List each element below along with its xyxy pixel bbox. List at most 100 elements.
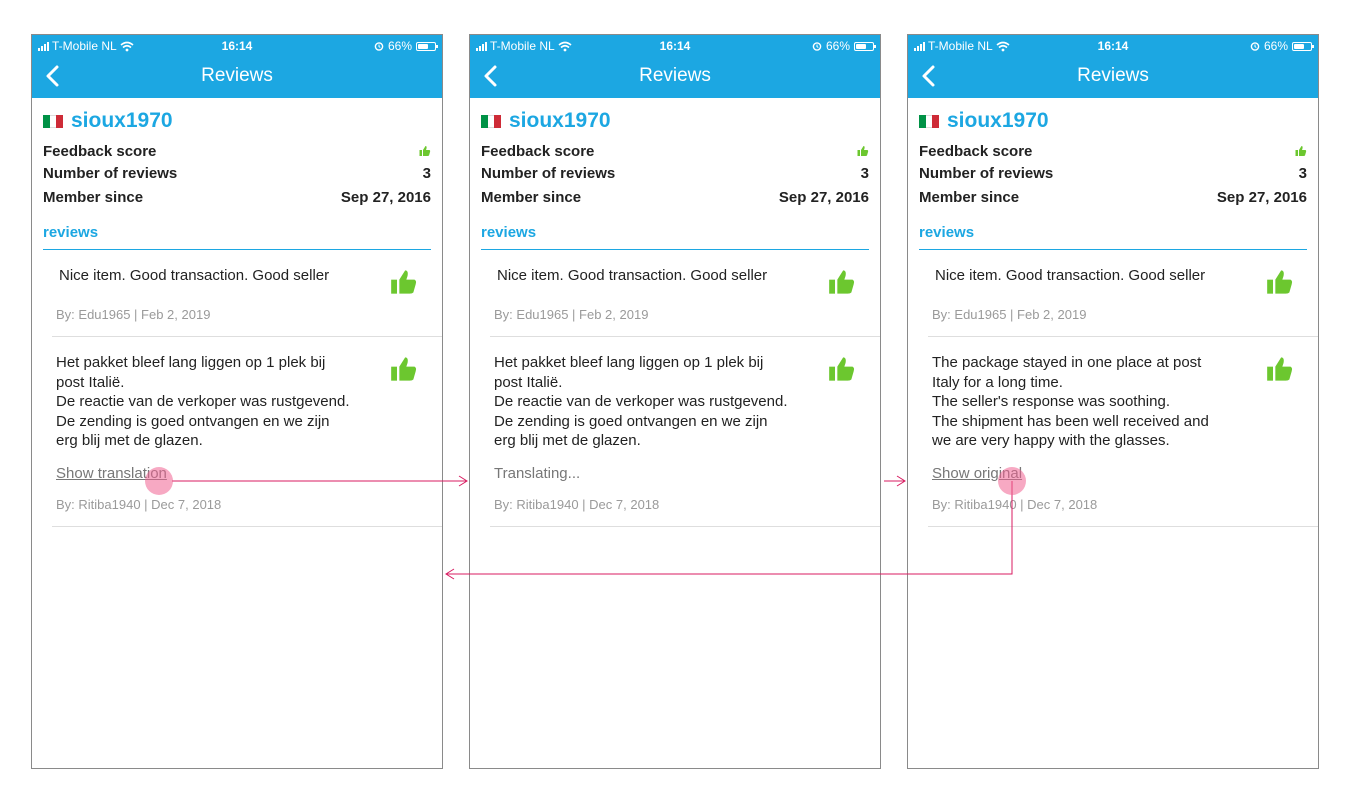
status-bar: T-Mobile NL 16:14 66%	[32, 39, 442, 55]
review-item: Nice item. Good transaction. Good seller…	[490, 250, 880, 337]
review-item: The package stayed in one place at post I…	[928, 337, 1318, 527]
review-meta: By: Edu1965 | Feb 2, 2019	[932, 307, 1087, 322]
feedback-score-label: Feedback score	[919, 142, 1033, 160]
review-text-line: The package stayed in one place at post	[932, 354, 1202, 371]
review-text-line: erg blij met de glazen.	[56, 432, 203, 449]
feedback-score-label: Feedback score	[43, 142, 157, 160]
app-header: T-Mobile NL 16:14 66% Reviews	[908, 35, 1318, 98]
seller-profile: sioux1970 Feedback score Number of revie…	[470, 98, 880, 250]
review-text: Nice item. Good transaction. Good seller	[59, 267, 330, 284]
battery-percent: 66%	[825, 39, 850, 53]
review-meta: By: Edu1965 | Feb 2, 2019	[56, 307, 211, 322]
member-since-label: Member since	[481, 188, 582, 206]
battery-percent: 66%	[387, 39, 412, 53]
number-of-reviews-row: Number of reviews 3	[919, 162, 1307, 184]
review-text-line: post Italië.	[494, 373, 563, 391]
review-text: Nice item. Good transaction. Good seller	[935, 267, 1206, 284]
seller-profile: sioux1970 Feedback score Number of revie…	[908, 98, 1318, 250]
member-since-value: Sep 27, 2016	[1216, 188, 1307, 206]
review-text: Nice item. Good transaction. Good seller	[497, 267, 768, 284]
phone-screen-2: T-Mobile NL 16:14 66% Reviews sioux1970 …	[469, 34, 881, 769]
review-text-line: The shipment has been well received and	[932, 412, 1209, 430]
phone-screen-1: T-Mobile NL 16:14 66% Reviews sioux1970 …	[31, 34, 443, 769]
alarm-icon	[812, 42, 822, 51]
app-header: T-Mobile NL 16:14 66% Reviews	[470, 35, 880, 98]
seller-username: sioux1970	[71, 109, 173, 132]
thumbs-up-icon	[419, 146, 431, 156]
review-text: Het pakket bleef lang liggen op 1 plek b…	[494, 353, 814, 451]
thumbs-up-icon	[1267, 270, 1293, 294]
seller-username: sioux1970	[509, 109, 611, 132]
italy-flag-icon	[481, 114, 502, 128]
review-item: Nice item. Good transaction. Good seller…	[928, 250, 1318, 337]
alarm-icon	[1250, 42, 1260, 51]
battery-icon	[1292, 41, 1314, 51]
thumbs-up-icon	[829, 270, 855, 294]
member-since-row: Member since Sep 27, 2016	[43, 184, 431, 210]
translation-toggle-link[interactable]: Show translation	[56, 465, 167, 482]
seller-username: sioux1970	[947, 109, 1049, 132]
review-meta: By: Edu1965 | Feb 2, 2019	[494, 307, 649, 322]
flow-arrowhead-icon	[458, 475, 468, 487]
thumbs-up-icon	[391, 357, 417, 381]
review-text-line: The seller's response was soothing.	[932, 393, 1170, 410]
review-text-line: Het pakket bleef lang liggen op 1 plek b…	[56, 354, 326, 371]
italy-flag-icon	[919, 114, 940, 128]
number-of-reviews-value: 3	[422, 164, 431, 182]
app-header: T-Mobile NL 16:14 66% Reviews	[32, 35, 442, 98]
translation-toggle-link[interactable]: Show original	[932, 465, 1022, 482]
flow-arrowhead-icon	[896, 475, 906, 487]
number-of-reviews-row: Number of reviews 3	[481, 162, 869, 184]
thumbs-up-icon	[857, 146, 869, 156]
member-since-value: Sep 27, 2016	[778, 188, 869, 206]
review-meta: By: Ritiba1940 | Dec 7, 2018	[494, 497, 660, 512]
review-text-line: Italy for a long time.	[932, 373, 1063, 391]
review-text-line: De zending is goed ontvangen en we zijn	[56, 412, 330, 430]
review-text-line: De reactie van de verkoper was rustgeven…	[56, 393, 350, 410]
page-title: Reviews	[639, 65, 711, 86]
review-meta: By: Ritiba1940 | Dec 7, 2018	[932, 497, 1098, 512]
number-of-reviews-label: Number of reviews	[481, 164, 616, 182]
flow-arrowhead-icon	[445, 568, 455, 580]
review-item: Nice item. Good transaction. Good seller…	[52, 250, 442, 337]
reviews-section-heading: reviews	[43, 224, 431, 250]
status-bar: T-Mobile NL 16:14 66%	[470, 39, 880, 55]
battery-icon	[854, 41, 876, 51]
review-text-line: De reactie van de verkoper was rustgeven…	[494, 393, 788, 410]
number-of-reviews-label: Number of reviews	[43, 164, 178, 182]
thumbs-up-icon	[1295, 146, 1307, 156]
page-title: Reviews	[201, 65, 273, 86]
number-of-reviews-value: 3	[860, 164, 869, 182]
member-since-label: Member since	[919, 188, 1020, 206]
review-text: The package stayed in one place at post I…	[932, 353, 1252, 451]
page-title: Reviews	[1077, 65, 1149, 86]
thumbs-up-icon	[829, 357, 855, 381]
feedback-score-row: Feedback score	[919, 140, 1307, 162]
feedback-score-row: Feedback score	[43, 140, 431, 162]
status-bar: T-Mobile NL 16:14 66%	[908, 39, 1318, 55]
feedback-score-label: Feedback score	[481, 142, 595, 160]
member-since-label: Member since	[43, 188, 144, 206]
number-of-reviews-row: Number of reviews 3	[43, 162, 431, 184]
number-of-reviews-label: Number of reviews	[919, 164, 1054, 182]
review-text: Het pakket bleef lang liggen op 1 plek b…	[56, 353, 376, 451]
translation-toggle-link[interactable]: Translating...	[494, 465, 580, 482]
number-of-reviews-value: 3	[1298, 164, 1307, 182]
review-item: Het pakket bleef lang liggen op 1 plek b…	[490, 337, 880, 527]
battery-icon	[416, 41, 438, 51]
reviews-section-heading: reviews	[481, 224, 869, 250]
review-item: Het pakket bleef lang liggen op 1 plek b…	[52, 337, 442, 527]
review-text-line: we are very happy with the glasses.	[932, 432, 1170, 449]
italy-flag-icon	[43, 114, 64, 128]
member-since-row: Member since Sep 27, 2016	[919, 184, 1307, 210]
member-since-row: Member since Sep 27, 2016	[481, 184, 869, 210]
reviews-section-heading: reviews	[919, 224, 1307, 250]
review-meta: By: Ritiba1940 | Dec 7, 2018	[56, 497, 222, 512]
thumbs-up-icon	[391, 270, 417, 294]
alarm-icon	[374, 42, 384, 51]
review-text-line: De zending is goed ontvangen en we zijn	[494, 412, 768, 430]
review-text-line: erg blij met de glazen.	[494, 432, 641, 449]
thumbs-up-icon	[1267, 357, 1293, 381]
seller-profile: sioux1970 Feedback score Number of revie…	[32, 98, 442, 250]
review-text-line: post Italië.	[56, 373, 125, 391]
